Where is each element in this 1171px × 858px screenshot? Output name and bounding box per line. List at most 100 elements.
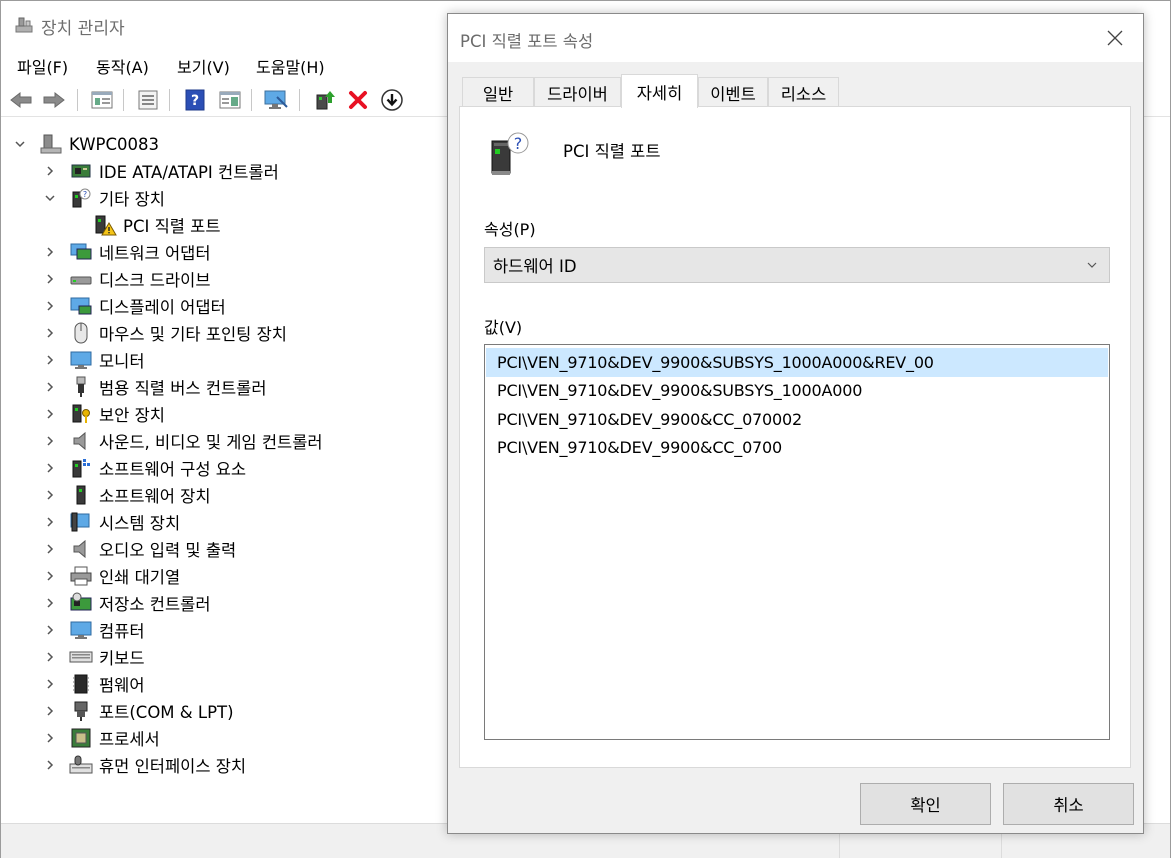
tree-item-pci-serial-port[interactable]: PCI 직렬 포트 [93,212,221,238]
menu-help[interactable]: 도움말(H) [256,54,325,78]
chevron-right-icon[interactable] [43,461,57,475]
tree-item-audio[interactable]: 오디오 입력 및 출력 [43,536,236,562]
tree-item-print-queue[interactable]: 인쇄 대기열 [43,563,180,589]
tree-item-storage[interactable]: 저장소 컨트롤러 [43,590,211,616]
tree-item-software-component[interactable]: 소프트웨어 구성 요소 [43,455,246,481]
tree-item-label: 컴퓨터 [99,622,145,641]
value-row[interactable]: PCI\VEN_9710&DEV_9900&SUBSYS_1000A000 [486,377,1108,406]
chevron-right-icon[interactable] [43,515,57,529]
storage-controller-icon [69,592,93,614]
chevron-right-icon[interactable] [43,326,57,340]
chevron-right-icon[interactable] [43,380,57,394]
chevron-right-icon[interactable] [43,623,57,637]
tree-item-label: 소프트웨어 장치 [99,487,211,506]
device-tree: KWPC0083 IDE ATA/ATAPI 컨트롤러 ? 기타 장치 PCI … [1,127,451,823]
chevron-right-icon[interactable] [43,542,57,556]
chevron-right-icon[interactable] [43,596,57,610]
chevron-down-icon[interactable] [13,137,27,151]
chevron-right-icon[interactable] [43,299,57,313]
tree-item-label: 네트워크 어댑터 [99,244,211,263]
chevron-right-icon[interactable] [43,677,57,691]
chevron-right-icon[interactable] [43,704,57,718]
chevron-right-icon[interactable] [43,569,57,583]
property-label: 속성(P) [484,220,536,239]
property-dropdown[interactable]: 하드웨어 ID [484,247,1110,283]
action-pane-icon[interactable] [217,87,243,113]
value-row[interactable]: PCI\VEN_9710&DEV_9900&SUBSYS_1000A000&RE… [486,348,1108,377]
chevron-right-icon[interactable] [43,758,57,772]
tab-general[interactable]: 일반 [462,77,534,107]
tree-item-label: 마우스 및 기타 포인팅 장치 [99,325,287,344]
menu-file[interactable]: 파일(F) [17,54,68,78]
svg-text:?: ? [514,134,523,153]
mouse-icon [69,322,93,344]
tree-item-computer[interactable]: 컴퓨터 [43,617,145,643]
tree-item-label: PCI 직렬 포트 [123,217,221,236]
tree-item-display[interactable]: 디스플레이 어댑터 [43,293,226,319]
tab-resources[interactable]: 리소스 [768,77,839,107]
forward-icon[interactable] [41,87,67,113]
chevron-right-icon[interactable] [43,407,57,421]
tree-item-network[interactable]: 네트워크 어댑터 [43,239,211,265]
update-driver-icon[interactable] [312,87,338,113]
audio-icon [69,538,93,560]
tree-item-usb[interactable]: 범용 직렬 버스 컨트롤러 [43,374,267,400]
scan-hardware-icon[interactable] [263,87,289,113]
tree-item-other[interactable]: ? 기타 장치 [43,185,165,211]
window-title: 장치 관리자 [41,19,125,39]
tree-item-disk[interactable]: 디스크 드라이브 [43,266,211,292]
tree-item-software-device[interactable]: 소프트웨어 장치 [43,482,211,508]
tree-item-monitor[interactable]: 모니터 [43,347,145,373]
uninstall-icon[interactable] [345,87,371,113]
close-icon[interactable] [1101,24,1129,52]
printer-icon [69,565,93,587]
chevron-right-icon[interactable] [43,434,57,448]
tab-events[interactable]: 이벤트 [698,77,768,107]
chevron-right-icon[interactable] [43,245,57,259]
tree-item-security[interactable]: 보안 장치 [43,401,165,427]
ok-button[interactable]: 확인 [860,783,991,825]
chevron-right-icon[interactable] [43,650,57,664]
cancel-button[interactable]: 취소 [1003,783,1134,825]
show-hide-tree-icon[interactable] [89,87,115,113]
tree-item-label: 휴먼 인터페이스 장치 [99,757,247,776]
tree-item-keyboard[interactable]: 키보드 [43,644,145,670]
value-label: 값(V) [484,318,523,337]
tree-item-system[interactable]: 시스템 장치 [43,509,180,535]
chevron-right-icon[interactable] [43,488,57,502]
chevron-right-icon[interactable] [43,272,57,286]
value-list[interactable]: PCI\VEN_9710&DEV_9900&SUBSYS_1000A000&RE… [484,344,1110,740]
tree-root[interactable]: KWPC0083 [13,131,159,157]
value-row[interactable]: PCI\VEN_9710&DEV_9900&CC_0700 [486,434,1108,463]
value-row[interactable]: PCI\VEN_9710&DEV_9900&CC_070002 [486,405,1108,434]
tree-item-ports[interactable]: 포트(COM & LPT) [43,698,234,724]
tree-item-label: 프로세서 [99,730,160,749]
tree-item-processor[interactable]: 프로세서 [43,725,160,751]
tree-item-firmware[interactable]: 펌웨어 [43,671,145,697]
properties-dialog: PCI 직렬 포트 속성 일반 드라이버 자세히 이벤트 리소스 ? PCI 직… [447,13,1144,834]
tree-item-mouse[interactable]: 마우스 및 기타 포인팅 장치 [43,320,287,346]
tree-item-ide[interactable]: IDE ATA/ATAPI 컨트롤러 [43,158,279,184]
tab-details[interactable]: 자세히 [621,74,698,108]
disable-device-icon[interactable] [379,87,405,113]
chevron-right-icon[interactable] [43,731,57,745]
details-panel: ? PCI 직렬 포트 속성(P) 하드웨어 ID 값(V) PCI\VEN_9… [459,106,1131,768]
back-icon[interactable] [8,87,34,113]
tree-item-label: 사운드, 비디오 및 게임 컨트롤러 [99,433,323,452]
tree-item-hid[interactable]: 휴먼 인터페이스 장치 [43,752,246,778]
tab-driver[interactable]: 드라이버 [534,77,621,107]
properties-icon[interactable] [135,87,161,113]
chevron-right-icon[interactable] [43,164,57,178]
property-selected-value: 하드웨어 ID [493,257,577,276]
tree-item-label: 소프트웨어 구성 요소 [99,460,247,479]
tree-item-label: 모니터 [99,352,145,371]
menu-action[interactable]: 동작(A) [96,54,149,78]
tree-item-label: IDE ATA/ATAPI 컨트롤러 [99,163,279,182]
security-device-icon [69,403,93,425]
device-manager-icon [15,17,33,33]
menu-view[interactable]: 보기(V) [177,54,230,78]
chevron-right-icon[interactable] [43,353,57,367]
chevron-down-icon[interactable] [43,191,57,205]
help-icon[interactable]: ? [182,87,208,113]
tree-item-sound[interactable]: 사운드, 비디오 및 게임 컨트롤러 [43,428,323,454]
